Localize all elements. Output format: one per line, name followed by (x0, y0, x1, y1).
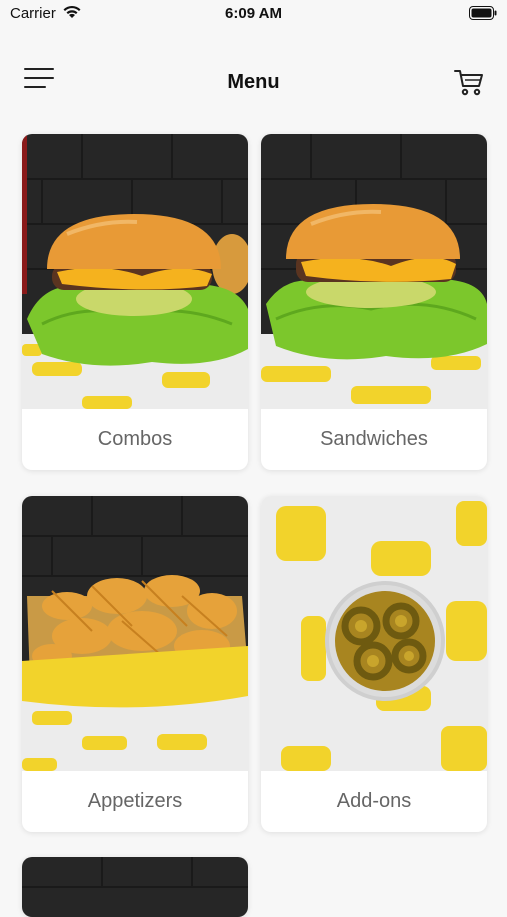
battery-icon (469, 6, 497, 20)
burger-photo (22, 134, 248, 409)
category-card-sandwiches[interactable]: Sandwiches (261, 134, 487, 470)
category-card-combos[interactable]: Combos (22, 134, 248, 470)
category-card-partial[interactable] (22, 857, 248, 917)
category-label: Appetizers (87, 790, 183, 812)
shopping-cart-icon[interactable] (453, 67, 485, 97)
category-label: Combos (97, 428, 173, 450)
category-label: Sandwiches (320, 428, 428, 450)
category-card-appetizers[interactable]: Appetizers (22, 496, 248, 832)
waffle-fries-photo (22, 496, 248, 771)
clock: 6:09 AM (225, 5, 282, 22)
status-bar: Carrier 6:09 AM (0, 0, 507, 30)
navigation-header: Menu (0, 55, 507, 110)
category-card-add-ons[interactable]: Add-ons (261, 496, 487, 832)
burger-photo (261, 134, 487, 409)
brick-wall-photo (22, 857, 248, 917)
category-label: Add-ons (336, 790, 412, 812)
jalapenos-photo (261, 496, 487, 771)
page-title: Menu (227, 71, 280, 93)
